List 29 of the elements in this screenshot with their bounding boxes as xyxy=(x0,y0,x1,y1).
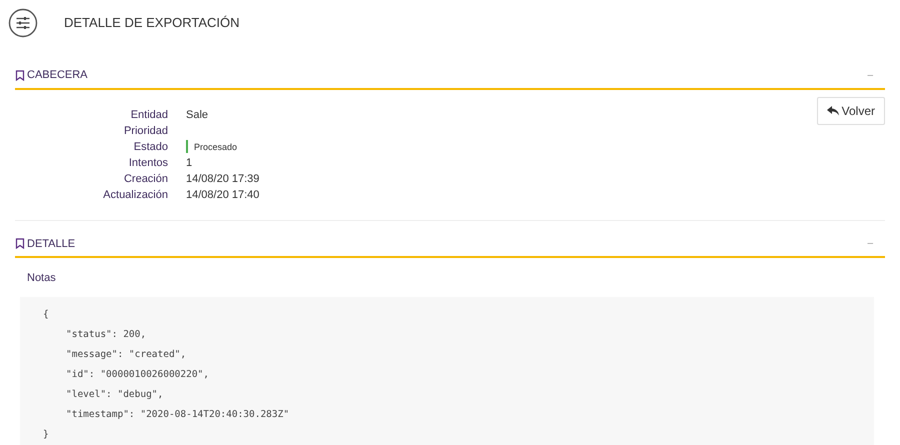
field-value: 1 xyxy=(186,156,192,170)
section-title: CABECERA xyxy=(27,68,88,83)
settings-icon[interactable] xyxy=(8,8,38,38)
code-line: { xyxy=(43,308,49,322)
field-label: Creación xyxy=(122,172,168,186)
field-value: 14/08/20 17:39 xyxy=(186,172,260,186)
field-value: Sale xyxy=(186,108,208,122)
notes-label: Notas xyxy=(27,271,57,286)
code-line: "status": 200, xyxy=(66,328,146,342)
bookmark-icon xyxy=(15,238,25,250)
bookmark-icon xyxy=(15,70,25,81)
field-label: Intentos xyxy=(128,156,168,170)
code-line: "id": "0000010026000220", xyxy=(66,368,209,382)
code-line: } xyxy=(43,428,49,442)
code-line: "timestamp": "2020-08-14T20:40:30.283Z" xyxy=(66,408,290,422)
code-line: "level": "debug", xyxy=(66,388,164,402)
field-label: Entidad xyxy=(130,108,168,122)
page-title: DETALLE DE EXPORTACIÓN xyxy=(64,14,240,32)
field-label: Actualización xyxy=(102,188,168,202)
code-line: "message": "created", xyxy=(66,348,186,362)
section-title: DETALLE xyxy=(27,236,76,252)
field-value: 14/08/20 17:40 xyxy=(186,188,260,202)
collapse-button[interactable]: – xyxy=(867,68,885,83)
collapse-button[interactable]: – xyxy=(867,236,885,252)
field-label: Prioridad xyxy=(122,124,168,138)
back-button[interactable]: Volver xyxy=(816,96,885,124)
reply-arrow-icon xyxy=(826,106,839,116)
status-label: Procesado xyxy=(194,140,238,154)
field-label: Estado xyxy=(132,140,168,154)
